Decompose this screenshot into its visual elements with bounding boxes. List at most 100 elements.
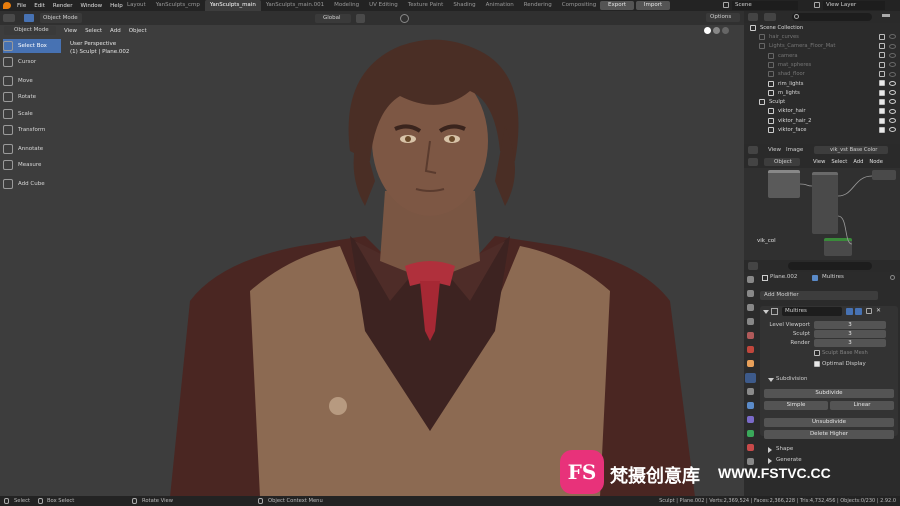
tool-scale[interactable]: Scale [3,107,61,121]
properties-search-field[interactable] [788,262,872,270]
workspace-tab[interactable]: YanSculpts_main.001 [261,0,329,11]
blender-logo-icon[interactable] [3,2,11,9]
physics-tab-icon[interactable] [747,402,754,409]
import-button[interactable]: Import [636,1,670,10]
view-layer-tab-icon[interactable] [747,318,754,325]
visibility-eye-icon[interactable] [889,99,896,105]
tool-move[interactable]: Move [3,74,61,88]
workspace-tab[interactable]: Texture Paint [403,0,449,11]
outliner-display-mode-icon[interactable] [764,13,776,21]
exclude-checkbox[interactable] [879,43,885,50]
tool-measure[interactable]: Measure [3,158,61,172]
visibility-eye-icon[interactable] [889,127,896,133]
editor-type-icon[interactable] [3,14,15,22]
subdivide-button[interactable]: Subdivide [764,389,894,398]
visibility-eye-icon[interactable] [889,80,896,86]
visibility-eye-icon[interactable] [889,52,896,58]
world-tab-icon[interactable] [747,346,754,353]
add-modifier-dropdown[interactable]: Add Modifier [760,291,878,300]
workspace-tab[interactable]: Shading [448,0,480,11]
remove-modifier-icon[interactable]: ✕ [876,307,881,314]
tool-select-box[interactable]: Select Box [3,39,61,53]
exclude-checkbox[interactable] [879,71,885,77]
outliner-row[interactable]: camera [744,51,900,61]
edit-mode-toggle-icon[interactable] [846,308,853,315]
object-mode-dropdown[interactable]: Object Mode [4,26,56,35]
shading-rendered-icon[interactable] [722,27,729,34]
collapse-arrow-icon[interactable] [763,310,769,314]
exclude-checkbox[interactable] [879,98,885,105]
workspace-tab[interactable]: Modeling [329,0,364,11]
menu-window[interactable]: Window [76,3,106,9]
exclude-checkbox[interactable] [879,89,885,96]
delete-higher-button[interactable]: Delete Higher [764,430,894,439]
exclude-checkbox[interactable] [879,126,885,133]
visibility-eye-icon[interactable] [889,108,896,114]
menu-file[interactable]: File [13,3,30,9]
particles-tab-icon[interactable] [747,388,754,395]
pin-icon[interactable] [890,275,895,280]
tool-tab-icon[interactable] [747,276,754,283]
workspace-tab[interactable]: UV Editing [364,0,403,11]
workspace-tab[interactable]: Animation [481,0,519,11]
tool-cursor[interactable]: Cursor [3,55,61,69]
workspace-tab[interactable]: Layout [122,0,151,11]
outliner-row[interactable]: viktor_hair_2 [744,116,900,126]
workspace-tab[interactable]: Compositing [557,0,601,11]
tool-add-cube[interactable]: Add Cube [3,177,61,191]
tool-rotate[interactable]: Rotate [3,90,61,104]
menu-render[interactable]: Render [49,3,77,9]
data-tab-icon[interactable] [747,430,754,437]
proportional-edit-icon[interactable] [400,14,409,23]
exclude-checkbox[interactable] [879,61,885,68]
realtime-toggle-icon[interactable] [855,308,862,315]
subdivision-panel-arrow-icon[interactable] [768,378,774,382]
visibility-eye-icon[interactable] [889,43,896,49]
image-name-field[interactable]: vik_vst Base Color [814,146,888,154]
visibility-eye-icon[interactable] [889,34,896,40]
outliner-row[interactable]: Lights_Camera_Floor_Mat [744,42,900,52]
snap-icon[interactable] [356,14,365,23]
exclude-checkbox[interactable] [879,117,885,124]
3d-viewport[interactable]: Object Mode View Select Add Object Global O… [0,11,744,496]
workspace-tab[interactable]: YanSculpts_main [204,0,261,11]
tool-annotate[interactable]: Annotate [3,142,61,156]
image-editor-type-icon[interactable] [748,146,758,154]
object-name[interactable]: Plane.002 [770,274,797,280]
outliner-row[interactable]: shad_floor [744,70,900,80]
visibility-eye-icon[interactable] [889,118,896,123]
level-viewport-field[interactable]: 3 [814,321,886,329]
optimal-display-checkbox[interactable] [814,361,820,367]
unsubdivide-button[interactable]: Unsubdivide [764,418,894,427]
filter-icon[interactable] [882,14,890,20]
transform-orientation[interactable]: Global [315,14,351,23]
visibility-eye-icon[interactable] [889,90,896,96]
outliner-row[interactable]: m_lights [744,88,900,98]
export-button[interactable]: Export [600,1,634,10]
shading-material-icon[interactable] [713,27,720,34]
render-tab-icon[interactable] [747,290,754,297]
exclude-checkbox[interactable] [879,33,885,40]
subdivision-panel-header[interactable]: Subdivision [776,376,808,382]
outliner-row[interactable]: Scene Collection [744,23,900,33]
outliner-row[interactable]: viktor_hair [744,107,900,117]
view-layer-name[interactable]: View Layer [823,1,885,10]
simple-button[interactable]: Simple [764,401,828,410]
options-dropdown[interactable]: Options [706,13,740,22]
visibility-eye-icon[interactable] [889,62,896,68]
image-editor-image-menu[interactable]: Image [786,147,803,153]
scene-tab-icon[interactable] [747,332,754,339]
linear-button[interactable]: Linear [830,401,894,410]
workspace-tab[interactable]: YanSculpts_cmp [151,0,205,11]
workspace-tab[interactable]: Rendering [519,0,557,11]
character-sculpt[interactable] [150,31,710,496]
outliner-search-field[interactable] [792,13,872,21]
output-tab-icon[interactable] [747,304,754,311]
outliner-row[interactable]: mat_spheres [744,60,900,70]
outliner-row[interactable]: rim_lights [744,79,900,89]
exclude-checkbox[interactable] [879,52,885,59]
mode-selector[interactable]: Object Mode [40,13,82,23]
image-editor-view-menu[interactable]: View [768,147,781,153]
outliner-row[interactable]: hair_curves [744,32,900,42]
menu-edit[interactable]: Edit [30,3,49,9]
